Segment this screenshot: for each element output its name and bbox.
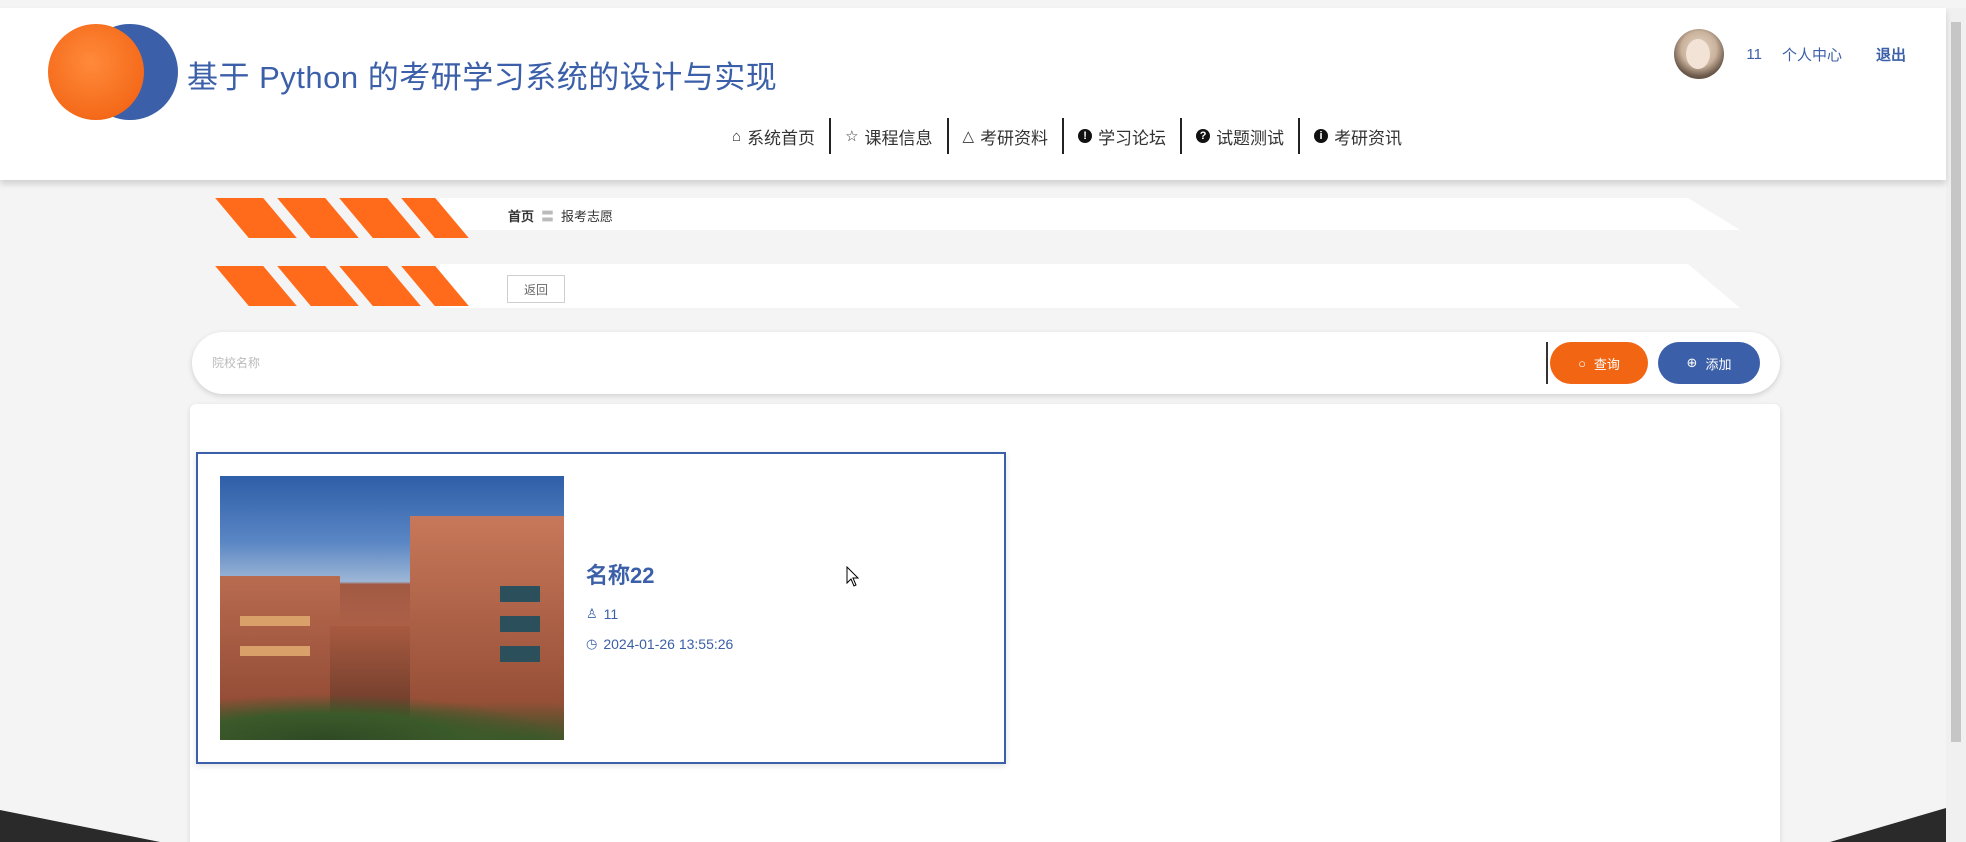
back-button[interactable]: 返回 [507,275,565,303]
clock-icon: ◷ [586,636,598,651]
nav-item-label: 课程信息 [864,128,933,148]
breadcrumb: 首页 〓 报考志愿 [508,206,613,225]
site-title: 基于 Python 的考研学习系统的设计与实现 [187,60,778,95]
page-scrollbar[interactable] [1946,8,1966,842]
card-title: 名称22 [586,563,655,588]
nav-item-label: 系统首页 [747,128,816,148]
search-bar: ○ 查询 ⊕ 添加 [192,332,1780,394]
plus-circle-icon: ⊕ [1686,355,1698,370]
card-time: ◷ 2024-01-26 13:55:26 [586,636,733,652]
stripe-decoration [215,266,469,306]
breadcrumb-separator: 〓 [541,209,555,224]
nav-item-label: 考研资讯 [1334,128,1403,148]
question-icon: ? [1196,129,1211,143]
card-user-value: 11 [603,606,619,622]
card-time-value: 2024-01-26 13:55:26 [603,636,734,652]
action-banner [440,264,1740,308]
breadcrumb-current: 报考志愿 [561,209,614,224]
input-caret [1546,342,1548,384]
scroll-thumb[interactable] [1951,22,1961,742]
user-icon: ♙ [586,606,598,621]
footer-decoration [1830,808,1946,842]
exclamation-icon: ! [1078,129,1093,143]
card-user: ♙ 11 [586,606,618,622]
add-button-label: 添加 [1705,356,1732,372]
main-nav: ⌂ 系统首页 ☆ 课程信息 △ 考研资料 ! 学习论坛 ? 试题测试 i 考研资… [718,116,1416,156]
user-area: 11 个人中心 退出 [1674,28,1906,80]
header: 基于 Python 的考研学习系统的设计与实现 11 个人中心 退出 ⌂ 系统首… [0,8,1946,180]
avatar[interactable] [1674,29,1725,79]
search-icon: ○ [1578,355,1586,371]
nav-item-news[interactable]: i 考研资讯 [1300,118,1416,154]
school-name-input[interactable] [212,346,1532,380]
nav-item-label: 试题测试 [1216,128,1285,148]
nav-item-materials[interactable]: △ 考研资料 [949,118,1063,154]
query-button[interactable]: ○ 查询 [1550,342,1648,384]
logout-link[interactable]: 退出 [1876,44,1906,65]
bag-icon: △ [962,128,975,145]
user-center-link[interactable]: 个人中心 [1782,44,1842,65]
add-button[interactable]: ⊕ 添加 [1658,342,1760,384]
nav-item-label: 考研资料 [980,128,1049,148]
home-icon: ⌂ [732,127,742,145]
list-item-card[interactable]: 名称22 ♙ 11 ◷ 2024-01-26 13:55:26 [196,452,1006,764]
nav-item-courses[interactable]: ☆ 课程信息 [831,118,946,154]
breadcrumb-home[interactable]: 首页 [508,206,534,225]
nav-item-home[interactable]: ⌂ 系统首页 [718,118,829,154]
school-image [220,476,564,740]
info-icon: i [1314,129,1329,143]
mouse-cursor-icon [846,566,860,587]
breadcrumb-banner [440,198,1740,230]
nav-item-tests[interactable]: ? 试题测试 [1182,118,1298,154]
star-icon: ☆ [845,128,859,145]
logo [48,22,178,122]
footer-decoration [0,810,160,842]
nav-item-forum[interactable]: ! 学习论坛 [1064,118,1180,154]
query-button-label: 查询 [1593,356,1620,372]
user-name: 11 [1746,45,1762,63]
stripe-decoration [215,198,469,238]
nav-item-label: 学习论坛 [1098,128,1167,148]
